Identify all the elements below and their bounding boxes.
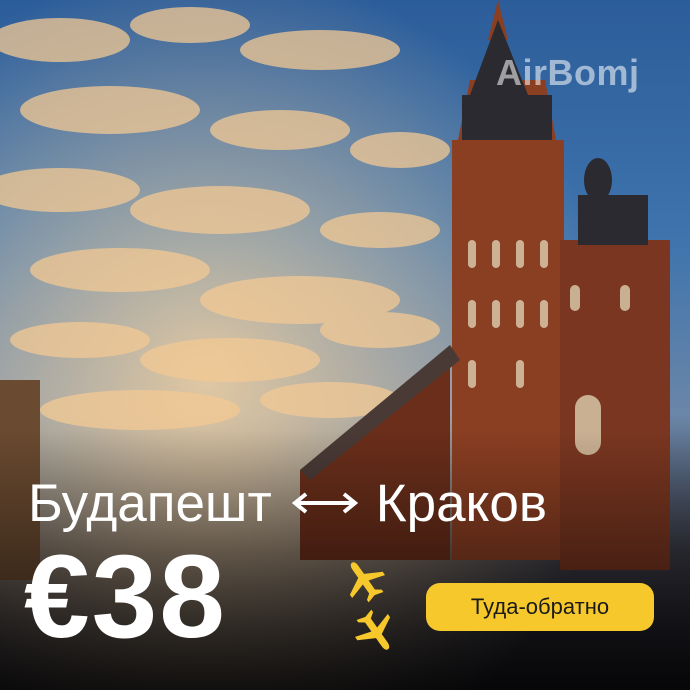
origin-city: Будапешт: [28, 473, 272, 533]
promo-card: AirBomj Будапешт Краков €38 Туда-обратно: [0, 0, 690, 690]
double-arrow-icon: [291, 492, 358, 514]
airplane-icon: [349, 562, 385, 603]
destination-city: Краков: [375, 473, 547, 533]
brand-watermark: AirBomj: [496, 52, 640, 93]
airplane-icon: [355, 609, 391, 650]
trip-type-badge: Туда-обратно: [426, 583, 654, 631]
route-heading: Будапешт Краков: [28, 468, 547, 538]
price: €38: [24, 531, 227, 663]
